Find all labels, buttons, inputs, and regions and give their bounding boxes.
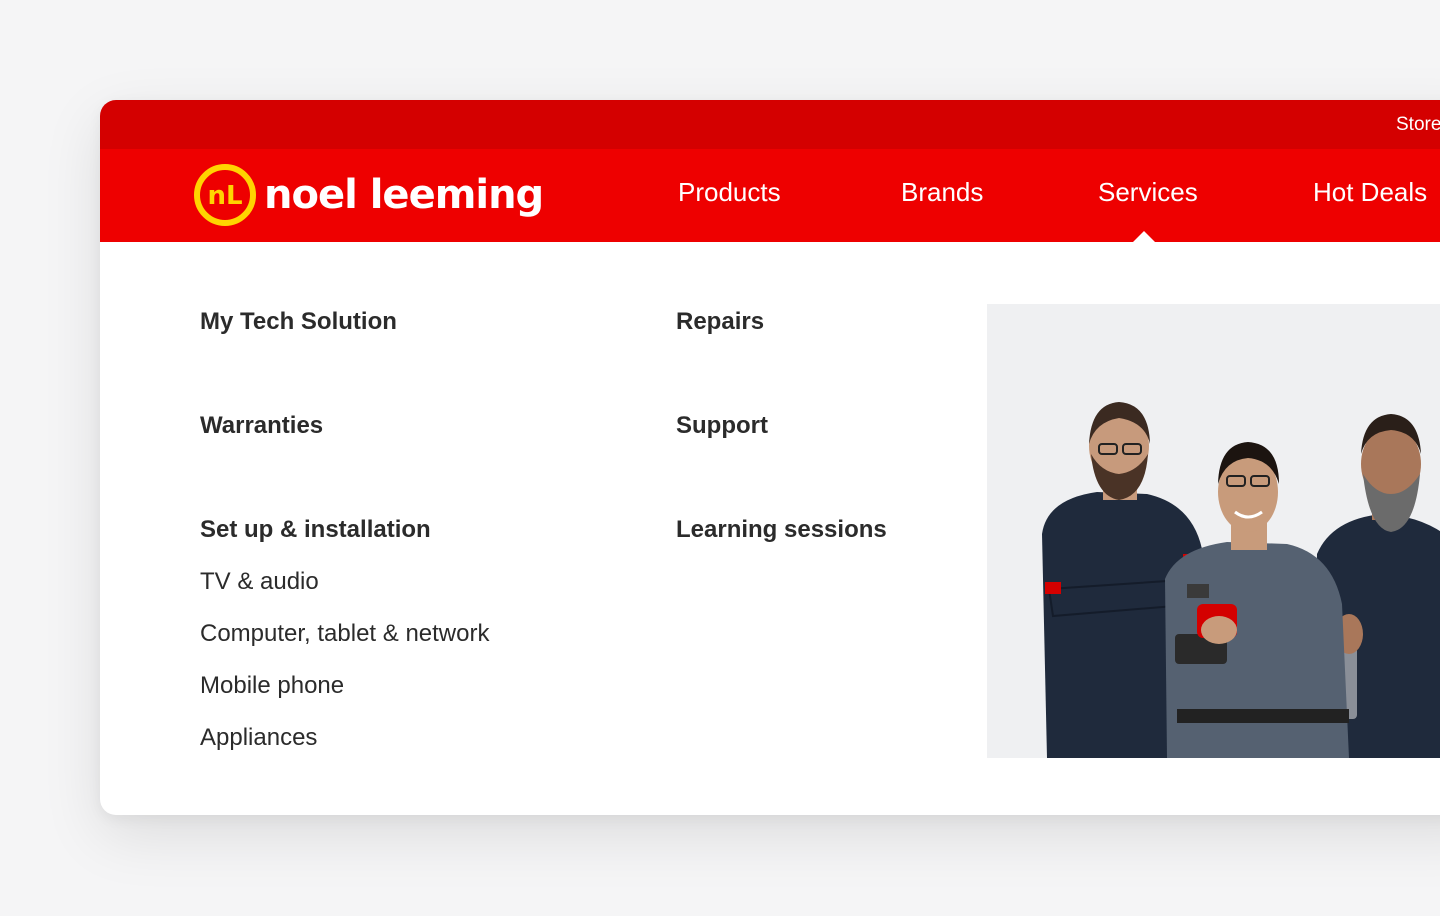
nav-hot-deals[interactable]: Hot Deals [1313, 177, 1427, 208]
menu-warranties[interactable]: Warranties [200, 412, 323, 440]
noel-leeming-logo-icon: nL [194, 164, 256, 226]
menu-repairs[interactable]: Repairs [676, 308, 764, 336]
menu-setup-mobile-phone[interactable]: Mobile phone [200, 672, 344, 700]
menu-setup-computer-tablet-network[interactable]: Computer, tablet & network [200, 620, 489, 648]
menu-setup-installation[interactable]: Set up & installation [200, 516, 431, 544]
logo[interactable]: nL noel leeming [192, 160, 544, 230]
active-nav-caret-icon [1132, 231, 1156, 243]
nav-services[interactable]: Services [1098, 177, 1198, 208]
menu-setup-appliances[interactable]: Appliances [200, 724, 317, 752]
logo-mark-text: nL [207, 181, 242, 211]
nav-products[interactable]: Products [678, 177, 781, 208]
team-member-center [1165, 442, 1349, 758]
menu-support[interactable]: Support [676, 412, 768, 440]
menu-setup-tv-audio[interactable]: TV & audio [200, 568, 319, 596]
promo-image[interactable] [987, 304, 1440, 758]
tech-team-photo-icon [1042, 402, 1440, 758]
main-nav: nL noel leeming Products Brands Services… [100, 149, 1440, 243]
utility-bar: Store [100, 100, 1440, 149]
menu-my-tech-solution[interactable]: My Tech Solution [200, 308, 397, 336]
store-link[interactable]: Store [1396, 114, 1440, 136]
browser-window: Store nL noel leeming Products Brands Se… [100, 100, 1440, 815]
menu-learning-sessions[interactable]: Learning sessions [676, 516, 887, 544]
logo-wordmark: noel leeming [264, 172, 544, 218]
nav-brands[interactable]: Brands [901, 177, 983, 208]
